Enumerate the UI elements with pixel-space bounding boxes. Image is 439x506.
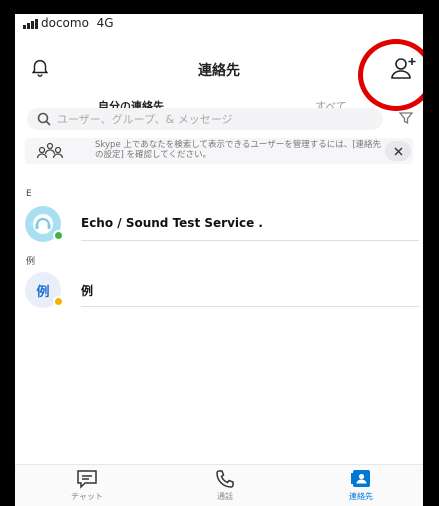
network-type: 4G xyxy=(96,16,114,30)
presence-away-indicator xyxy=(53,296,64,307)
add-contact-icon[interactable] xyxy=(391,56,417,80)
contacts-icon xyxy=(351,470,370,487)
contact-row-echo[interactable]: Echo / Sound Test Service . xyxy=(15,206,423,250)
page-title: 連絡先 xyxy=(198,63,240,79)
filter-icon[interactable] xyxy=(399,111,413,125)
nav-chat-label: チャット xyxy=(71,492,103,501)
search-bar xyxy=(27,108,383,130)
row-divider xyxy=(81,306,419,307)
carrier-name: docomo xyxy=(41,16,89,30)
presence-online-indicator xyxy=(53,230,64,241)
bottom-navigation: チャット 通話 連絡先 xyxy=(15,465,423,506)
signal-strength-icon xyxy=(23,19,38,29)
section-header-e: E xyxy=(26,189,32,199)
people-icon xyxy=(37,142,63,159)
nav-contacts[interactable]: 連絡先 xyxy=(321,469,401,502)
dismiss-banner-button[interactable] xyxy=(385,141,411,161)
phone-icon xyxy=(216,470,234,488)
status-bar: docomo 4G xyxy=(15,14,423,34)
contact-name: 例 xyxy=(81,284,94,298)
nav-calls[interactable]: 通話 xyxy=(185,469,265,502)
contact-name: Echo / Sound Test Service . xyxy=(81,216,263,230)
section-header-rei: 例 xyxy=(26,257,36,267)
info-banner-text: Skype 上であなたを検索して表示できるユーザーを管理するには、[連絡先の設定… xyxy=(95,140,382,160)
chat-icon xyxy=(77,470,97,489)
contact-row-rei[interactable]: 例 例 xyxy=(15,272,423,316)
nav-calls-label: 通話 xyxy=(217,492,233,501)
header: 連絡先 xyxy=(15,34,423,111)
nav-chat[interactable]: チャット xyxy=(47,469,127,502)
row-divider xyxy=(81,240,419,241)
info-banner: Skype 上であなたを検索して表示できるユーザーを管理するには、[連絡先の設定… xyxy=(25,138,413,164)
close-icon xyxy=(394,147,402,155)
nav-contacts-label: 連絡先 xyxy=(349,492,373,501)
search-input[interactable] xyxy=(57,108,377,130)
search-icon xyxy=(37,112,51,126)
app-screen: docomo 4G 連絡先 自分の連絡先 すべて Sky xyxy=(15,14,423,506)
carrier-text: docomo 4G xyxy=(41,16,114,30)
